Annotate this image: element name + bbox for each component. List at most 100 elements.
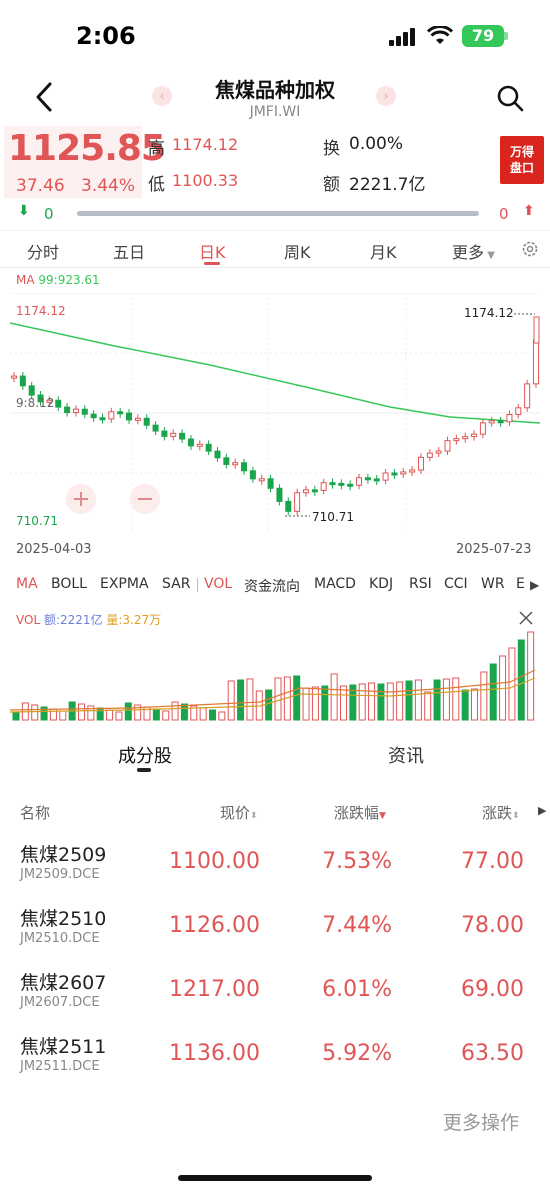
- volume-bar: [461, 689, 469, 721]
- updown-ratio-bar: [77, 211, 479, 216]
- ind-cci[interactable]: CCI: [444, 576, 468, 592]
- down-count: 0: [44, 205, 54, 223]
- candle: [232, 462, 239, 466]
- candle: [435, 450, 442, 454]
- volume-bar: [471, 688, 478, 721]
- prev-security-icon[interactable]: ‹: [152, 86, 172, 106]
- candle: [533, 339, 539, 385]
- candle: [329, 482, 336, 486]
- volume-chart[interactable]: [10, 630, 540, 722]
- ind-capital-flow[interactable]: 资金流向: [244, 576, 300, 596]
- row-price: 1217.00: [169, 977, 260, 1002]
- candle: [426, 452, 433, 458]
- amount-label: 额: [323, 175, 340, 195]
- settings-gear-icon[interactable]: [520, 239, 540, 259]
- vol-amount: 额:2221亿: [43, 613, 103, 627]
- volume-bar: [59, 710, 67, 721]
- volume-bar: [302, 687, 310, 721]
- tab-news[interactable]: 资讯: [388, 742, 424, 768]
- tab-weekly-k[interactable]: 周K: [284, 239, 311, 263]
- search-icon[interactable]: [496, 84, 524, 112]
- indicator-scroll-icon[interactable]: ▶: [530, 578, 539, 592]
- volume-bar: [527, 631, 535, 721]
- ind-macd[interactable]: MACD: [314, 576, 356, 592]
- volume-bar: [517, 639, 525, 721]
- tab-more[interactable]: 更多 ▼: [452, 239, 495, 263]
- zoom-out-button: [130, 484, 160, 514]
- candle: [462, 436, 469, 440]
- tab-daily-k[interactable]: 日K: [199, 239, 226, 263]
- ind-ma[interactable]: MA: [16, 576, 38, 592]
- tab-five-day[interactable]: 五日: [113, 239, 145, 263]
- row-pct: 5.92%: [322, 1041, 392, 1066]
- row-code: JM2607.DCE: [20, 995, 100, 1010]
- sort-icon: ⬍: [512, 811, 520, 821]
- turnover-label: 换: [323, 139, 340, 159]
- price-change: 37.46: [16, 176, 65, 196]
- volume-bar: [414, 679, 422, 721]
- volume-bar: [386, 682, 394, 721]
- volume-bar: [124, 702, 132, 721]
- ind-vol[interactable]: VOL: [204, 576, 232, 592]
- close-icon[interactable]: [518, 610, 534, 626]
- ind-expma[interactable]: EXPMA: [100, 576, 149, 592]
- candle: [276, 487, 283, 502]
- tab-more-label: 更多: [452, 243, 485, 262]
- ind-rsi[interactable]: RSI: [409, 576, 432, 592]
- more-actions-button[interactable]: 更多操作: [443, 1108, 519, 1135]
- end-date: 2025-07-23: [456, 542, 532, 557]
- col-change-pct[interactable]: 涨跌幅▼: [334, 802, 386, 823]
- candles: [11, 316, 540, 516]
- wind-quote-badge[interactable]: 万得 盘口: [500, 136, 544, 184]
- ind-boll[interactable]: BOLL: [51, 576, 87, 592]
- ind-sar[interactable]: SAR: [162, 576, 190, 592]
- candle: [19, 375, 26, 387]
- row-code: JM2509.DCE: [20, 867, 100, 882]
- candle: [471, 433, 478, 438]
- next-security-icon[interactable]: ›: [376, 86, 396, 106]
- volume-bar: [152, 708, 160, 721]
- candle: [99, 417, 106, 421]
- volume-bar: [424, 691, 432, 721]
- ind-wr[interactable]: WR: [481, 576, 505, 592]
- volume-bar: [78, 703, 85, 721]
- turnover-value: 0.00%: [349, 134, 404, 154]
- col-price[interactable]: 现价⬍: [220, 802, 258, 823]
- candle: [409, 469, 416, 473]
- candle: [187, 438, 194, 447]
- vol-qty: 量:3.27万: [106, 613, 162, 627]
- y-min-label: 710.71: [16, 514, 58, 528]
- volume-bar: [396, 681, 404, 721]
- badge-line2: 盘口: [509, 161, 534, 175]
- col-change-pct-label: 涨跌幅: [334, 804, 380, 822]
- col-change[interactable]: 涨跌⬍: [482, 802, 520, 823]
- battery-icon: 79: [462, 25, 504, 47]
- tab-monthly-k[interactable]: 月K: [370, 239, 397, 263]
- mid-price-label: 9:8.12: [16, 396, 54, 410]
- candle: [72, 408, 79, 414]
- candle: [506, 413, 513, 423]
- volume-bars: [12, 631, 535, 721]
- candle: [64, 406, 71, 414]
- ind-kdj[interactable]: KDJ: [369, 576, 393, 592]
- ind-e[interactable]: E: [516, 576, 525, 592]
- volume-bar: [321, 685, 329, 721]
- candlestick-chart[interactable]: 1174.12 710.71 9:8.12 1174.12 710.71: [10, 293, 540, 533]
- row-chg: 77.00: [461, 849, 524, 874]
- tab-intraday[interactable]: 分时: [27, 239, 59, 263]
- row-chg: 69.00: [461, 977, 524, 1002]
- volume-bar: [265, 689, 273, 721]
- candle: [134, 417, 141, 421]
- volume-bar: [311, 686, 319, 721]
- candle: [373, 478, 380, 482]
- table-scroll-icon[interactable]: ▶: [538, 804, 546, 817]
- candle: [108, 411, 115, 420]
- volume-bar: [218, 711, 226, 721]
- candle: [249, 470, 256, 480]
- volume-bar: [12, 711, 20, 721]
- candle: [302, 489, 309, 494]
- tab-components[interactable]: 成分股: [118, 742, 172, 768]
- candle: [161, 430, 168, 437]
- candle: [285, 500, 292, 512]
- volume-bar: [106, 709, 114, 721]
